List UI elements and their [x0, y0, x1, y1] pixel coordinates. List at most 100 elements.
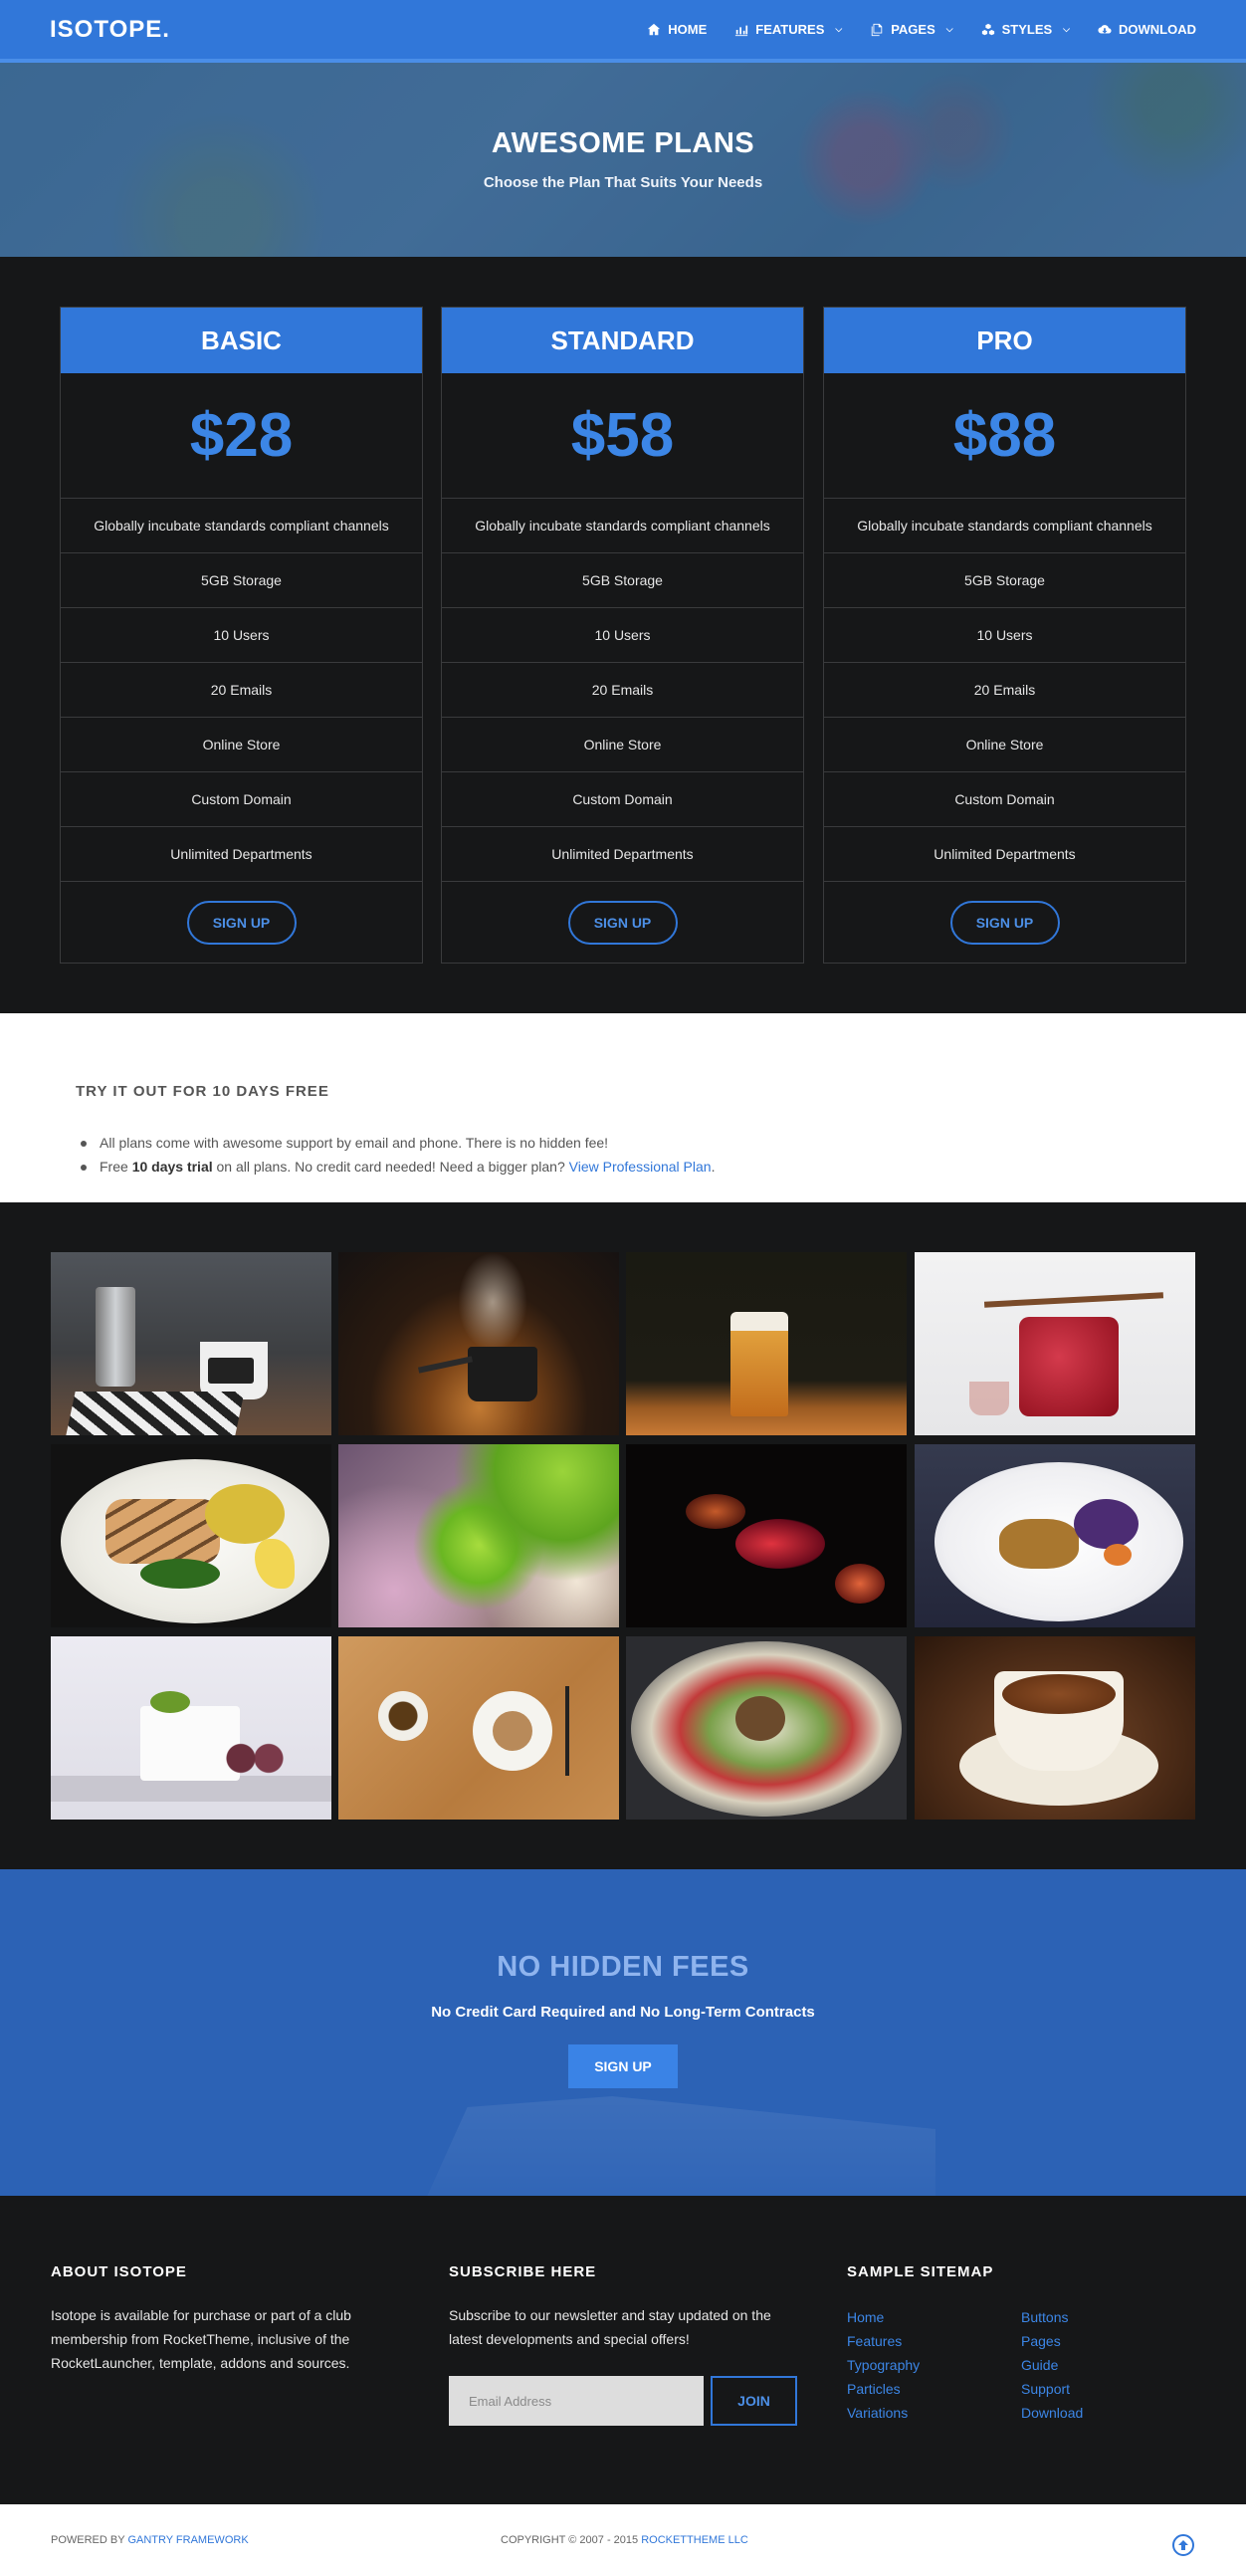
- nav-styles[interactable]: STYLES ⌵: [981, 22, 1070, 37]
- pot-shape: [468, 1347, 537, 1401]
- sitemap-link-features[interactable]: Features: [847, 2329, 920, 2353]
- copyright: COPYRIGHT © 2007 - 2015 ROCKETTHEME LLC: [501, 2534, 748, 2546]
- gantry-link[interactable]: GANTRY FRAMEWORK: [127, 2534, 248, 2546]
- gallery-image-goldfish[interactable]: [626, 1444, 907, 1627]
- gallery-image-green-flowers[interactable]: [338, 1444, 619, 1627]
- mug-label: [208, 1358, 254, 1384]
- sitemap-link-variations[interactable]: Variations: [847, 2401, 920, 2425]
- small-cup: [969, 1382, 1009, 1415]
- sitemap-link-support[interactable]: Support: [1021, 2377, 1083, 2401]
- plan-card-basic: BASIC $28 Globally incubate standards co…: [60, 307, 423, 964]
- about-title: ABOUT ISOTOPE: [51, 2263, 187, 2280]
- nav-home-label: HOME: [668, 22, 708, 37]
- fish-shape: [686, 1494, 745, 1529]
- gallery-image-coffee-cup[interactable]: [915, 1636, 1195, 1820]
- gallery-image-steaming-pot[interactable]: [338, 1252, 619, 1435]
- plan-feature: Globally incubate standards compliant ch…: [442, 499, 803, 553]
- plan-feature: Unlimited Departments: [442, 827, 803, 882]
- signup-button-standard[interactable]: SIGN UP: [567, 901, 678, 945]
- cta-signup-button[interactable]: SIGN UP: [568, 2044, 678, 2088]
- pot-handle: [417, 1356, 474, 1374]
- rice-shape: [205, 1484, 285, 1544]
- sitemap-link-typography[interactable]: Typography: [847, 2353, 920, 2377]
- cta-background-shape: [422, 2096, 935, 2196]
- plan-feature: Custom Domain: [824, 772, 1185, 827]
- hero-subtitle: Choose the Plan That Suits Your Needs: [483, 174, 763, 191]
- bar-chart-icon: [735, 25, 748, 36]
- gallery-image-beer-glass[interactable]: [626, 1252, 907, 1435]
- sitemap-column-2: Buttons Pages Guide Support Download: [1021, 2305, 1083, 2425]
- trial-item-text: on all plans. No credit card needed! Nee…: [212, 1159, 569, 1175]
- chevron-down-icon: ⌵: [1063, 24, 1070, 34]
- plan-feature: Unlimited Departments: [824, 827, 1185, 882]
- plan-name: STANDARD: [442, 308, 803, 373]
- view-professional-plan-link[interactable]: View Professional Plan: [569, 1159, 712, 1175]
- cta-title: NO HIDDEN FEES: [497, 1951, 749, 1983]
- plan-price: $28: [61, 373, 422, 499]
- sitemap-link-particles[interactable]: Particles: [847, 2377, 920, 2401]
- plan-name: PRO: [824, 308, 1185, 373]
- greens-shape: [140, 1559, 220, 1589]
- home-icon: [648, 23, 661, 35]
- gallery-image-hotpot[interactable]: [626, 1636, 907, 1820]
- plan-name: BASIC: [61, 308, 422, 373]
- signup-button-basic[interactable]: SIGN UP: [186, 901, 297, 945]
- meat-shape: [999, 1519, 1079, 1569]
- sitemap-link-pages[interactable]: Pages: [1021, 2329, 1083, 2353]
- plan-card-standard: STANDARD $58 Globally incubate standards…: [441, 307, 804, 964]
- back-to-top-button[interactable]: [1172, 2534, 1194, 2556]
- sitemap-link-guide[interactable]: Guide: [1021, 2353, 1083, 2377]
- grapes-shape: [220, 1736, 290, 1781]
- chevron-down-icon: ⌵: [945, 24, 953, 34]
- sitemap-link-buttons[interactable]: Buttons: [1021, 2305, 1083, 2329]
- powered-by: POWERED BY GANTRY FRAMEWORK: [51, 2534, 249, 2546]
- mushroom-shape: [735, 1696, 785, 1741]
- beer-glass-shape: [730, 1312, 788, 1416]
- plan-feature: Unlimited Departments: [61, 827, 422, 882]
- rockettheme-link[interactable]: ROCKETTHEME LLC: [641, 2534, 748, 2546]
- main-nav: HOME FEATURES ⌵ PAGES ⌵ STYLES ⌵ DOWNLOA…: [647, 22, 1196, 37]
- nav-home[interactable]: HOME: [647, 22, 707, 37]
- tea-cup: [378, 1691, 428, 1741]
- site-footer: ABOUT ISOTOPE Isotope is available for p…: [0, 2196, 1246, 2504]
- gallery-image-coffee-pot[interactable]: [51, 1252, 331, 1435]
- sitemap-link-download[interactable]: Download: [1021, 2401, 1083, 2425]
- plan-feature: Custom Domain: [442, 772, 803, 827]
- plan-card-pro: PRO $88 Globally incubate standards comp…: [823, 307, 1186, 964]
- nav-pages[interactable]: PAGES ⌵: [870, 22, 953, 37]
- gallery-image-honey-jar[interactable]: [915, 1252, 1195, 1435]
- plan-feature: Online Store: [442, 718, 803, 772]
- trial-item-text: Free: [100, 1159, 132, 1175]
- coffee-pot-shape: [96, 1287, 135, 1387]
- gallery-image-salmon-plate[interactable]: [51, 1444, 331, 1627]
- fish-shape: [835, 1564, 885, 1604]
- mint-shape: [150, 1691, 190, 1713]
- plan-footer: SIGN UP: [442, 882, 803, 964]
- trial-item-text: All plans come with awesome support by e…: [100, 1135, 609, 1151]
- gallery-image-plated-meal[interactable]: [915, 1444, 1195, 1627]
- nav-styles-label: STYLES: [1001, 22, 1053, 37]
- trial-item-text: .: [711, 1159, 716, 1175]
- gallery-image-tea-cookie[interactable]: [338, 1636, 619, 1820]
- plan-feature: 10 Users: [442, 608, 803, 663]
- plan-feature: 5GB Storage: [442, 553, 803, 608]
- salmon-shape: [105, 1499, 220, 1564]
- plan-feature: Globally incubate standards compliant ch…: [824, 499, 1185, 553]
- nav-features[interactable]: FEATURES ⌵: [734, 22, 842, 37]
- bottom-bar: POWERED BY GANTRY FRAMEWORK COPYRIGHT © …: [0, 2504, 1246, 2576]
- cookie-shape: [493, 1711, 532, 1751]
- signup-button-pro[interactable]: SIGN UP: [949, 901, 1060, 945]
- gallery-image-dessert-cake[interactable]: [51, 1636, 331, 1820]
- honey-dipper: [983, 1292, 1164, 1308]
- plan-feature: Custom Domain: [61, 772, 422, 827]
- plan-price: $58: [442, 373, 803, 499]
- copy-icon: [871, 23, 883, 36]
- plan-feature: 10 Users: [824, 608, 1185, 663]
- email-input[interactable]: [449, 2376, 704, 2426]
- nav-download[interactable]: DOWNLOAD: [1098, 22, 1196, 37]
- site-logo[interactable]: ISOTOPE.: [50, 16, 170, 44]
- join-button[interactable]: JOIN: [711, 2376, 797, 2426]
- sitemap-link-home[interactable]: Home: [847, 2305, 920, 2329]
- trial-item: All plans come with awesome support by e…: [76, 1131, 715, 1155]
- plan-feature: 5GB Storage: [61, 553, 422, 608]
